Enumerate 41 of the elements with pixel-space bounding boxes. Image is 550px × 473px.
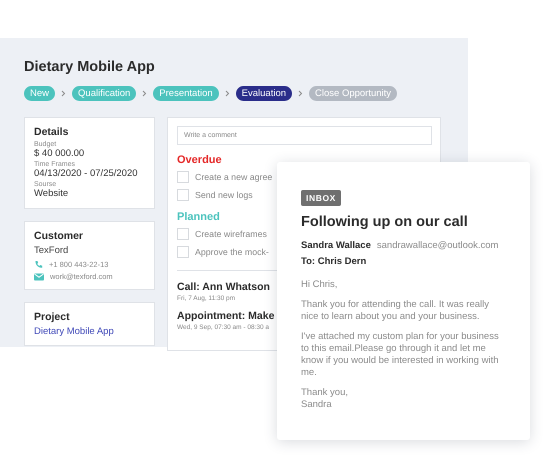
email-paragraph: Thank you for attending the call. It was really nice to learn about you and your business. <box>301 299 490 323</box>
task-group-heading: Overdue <box>177 154 222 166</box>
inbox-badge: INBOX <box>301 190 341 206</box>
task-text: Create wireframes <box>195 229 267 239</box>
page-title: Dietary Mobile App <box>24 59 156 75</box>
email-recipient: To: Chris Dern <box>301 256 368 267</box>
pipeline-stage[interactable]: Evaluation <box>236 86 292 101</box>
phone-icon <box>34 260 43 269</box>
chevron-icon <box>61 90 66 97</box>
pipeline-stage[interactable]: Close Opportunity <box>309 86 398 101</box>
task-group-heading: Planned <box>177 211 220 223</box>
event-title: Appointment: Make <box>177 310 274 322</box>
envelope-icon <box>34 272 44 280</box>
card-heading: Details <box>34 126 70 138</box>
field-value: Website <box>34 188 70 199</box>
chevron-icon <box>224 90 230 97</box>
task-checkbox[interactable] <box>177 189 189 201</box>
task-text: Approve the mock- <box>195 247 269 257</box>
task-text: Create a new agree <box>195 172 272 182</box>
pipeline-stage[interactable]: Qualification <box>72 86 136 101</box>
task-checkbox[interactable] <box>177 171 189 183</box>
task-checkbox[interactable] <box>177 246 189 258</box>
email-paragraph: Hi Chris, <box>301 279 338 291</box>
chevron-icon <box>142 90 148 97</box>
pipeline-stage[interactable]: Presentation <box>153 86 219 101</box>
customer-name: TexFord <box>34 245 70 256</box>
card-heading: Project <box>34 311 71 323</box>
field-value: 04/13/2020 - 07/25/2020 <box>34 168 139 179</box>
email-paragraph: I've attached my custom plan for your business to this email.Please go through it and let me know if you would be interested in working with me. <box>301 331 500 379</box>
task-text: Send new logs <box>195 190 253 200</box>
event-title: Call: Ann Whatson <box>177 281 270 293</box>
sender-name: Sandra Wallace <box>301 240 371 251</box>
email-subject: Following up on our call <box>301 214 469 230</box>
email-paragraph: Thank you, Sandra <box>301 387 349 411</box>
card-heading: Customer <box>34 230 84 242</box>
sender-email: sandrawallace@outlook.com <box>376 240 498 251</box>
pipeline-stage[interactable]: New <box>24 86 56 101</box>
chevron-icon <box>298 90 304 97</box>
project-link[interactable]: Dietary Mobile App <box>34 326 145 337</box>
task-checkbox[interactable] <box>177 228 189 240</box>
field-value: $ 40 000.00 <box>34 148 86 159</box>
